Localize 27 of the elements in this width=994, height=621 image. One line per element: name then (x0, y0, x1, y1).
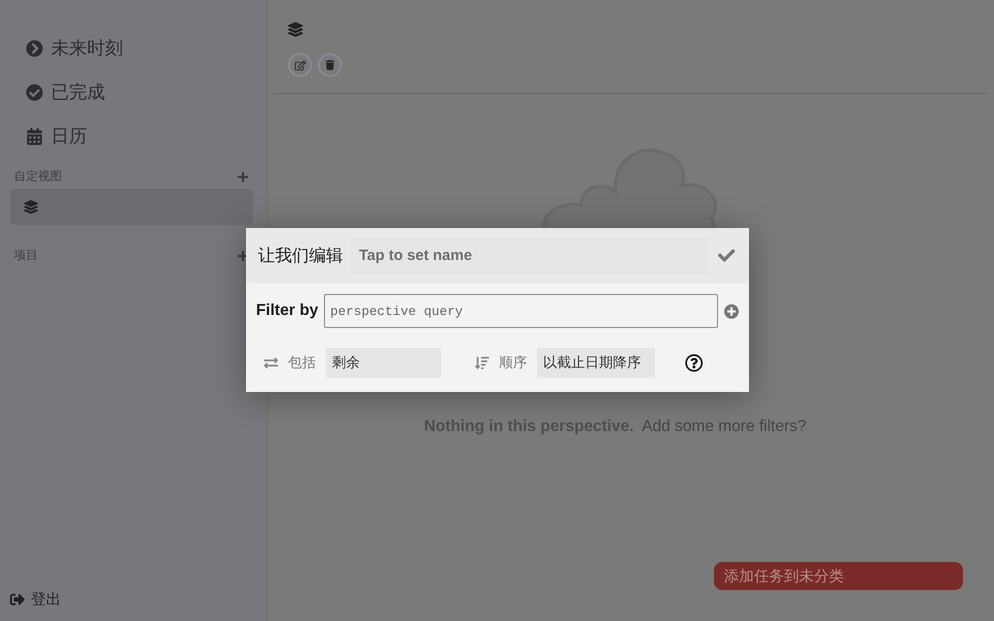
layers-icon (288, 22, 303, 37)
edit-button[interactable] (288, 53, 312, 77)
sidebar-item[interactable]: 未来时刻 (10, 26, 253, 70)
name-field[interactable]: Tap to set name (351, 236, 710, 274)
layers-icon (24, 200, 38, 214)
sidebar-item[interactable]: 日历 (10, 114, 253, 158)
section-title: 自定视图 (14, 168, 62, 185)
logout-link[interactable]: 登出 (31, 590, 61, 609)
order-label: 顺序 (499, 354, 527, 372)
section-title: 项目 (14, 247, 38, 264)
filter-label: Filter by (256, 302, 318, 320)
dialog-title: 让我们编辑 (258, 245, 343, 267)
help-icon[interactable] (685, 354, 703, 372)
include-label: 包括 (288, 354, 316, 372)
trash-icon (325, 60, 335, 70)
logout-icon[interactable] (10, 592, 25, 607)
edit-icon (294, 60, 306, 70)
include-select[interactable]: 剩余 (326, 348, 441, 378)
calendar-icon (26, 128, 43, 144)
add-task-button[interactable]: 添加任务到未分类 (714, 562, 963, 590)
check-icon[interactable] (718, 247, 735, 264)
order-select[interactable]: 以截止日期降序 (537, 348, 655, 378)
exchange-icon (264, 356, 278, 370)
sort-icon (475, 356, 489, 370)
sidebar-item[interactable]: 已完成 (10, 70, 253, 114)
delete-button[interactable] (318, 53, 342, 77)
filter-field[interactable]: perspective query (324, 294, 718, 328)
